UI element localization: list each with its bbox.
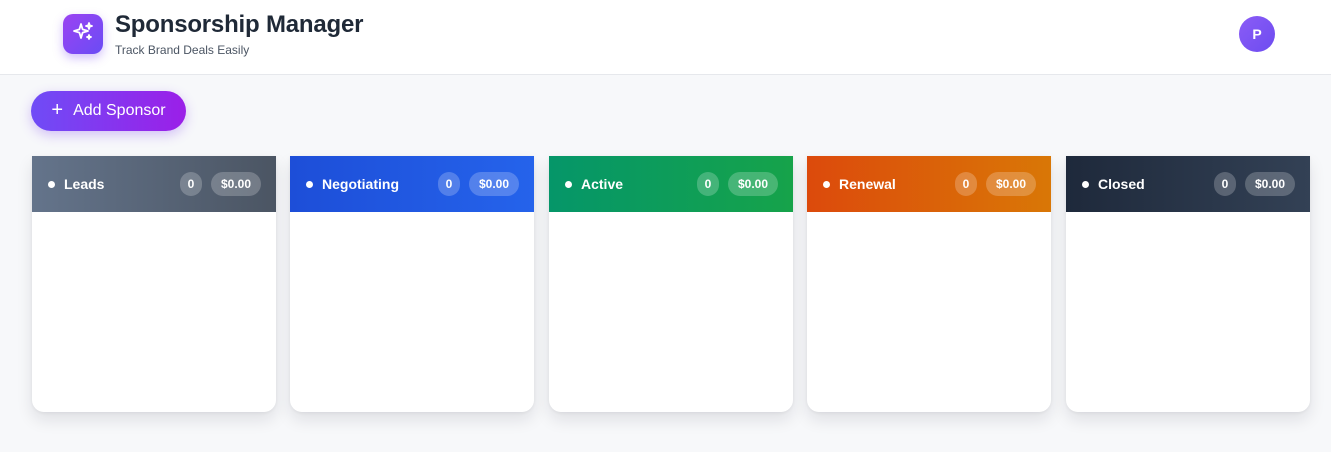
column-dropzone[interactable] [32, 212, 276, 412]
column-count-badge: 0 [1214, 172, 1236, 196]
column-header: Leads 0 $0.00 [32, 156, 276, 212]
plus-icon: + [51, 99, 64, 121]
column-dropzone[interactable] [1066, 212, 1310, 412]
status-dot-icon [565, 180, 572, 188]
column-total-badge: $0.00 [986, 172, 1036, 196]
sparkles-icon [71, 20, 95, 49]
column-negotiating: Negotiating 0 $0.00 [290, 156, 534, 412]
column-header: Renewal 0 $0.00 [807, 156, 1051, 212]
app-logo [63, 14, 103, 54]
column-title: Leads [64, 176, 105, 192]
column-title: Active [581, 176, 624, 192]
app-subtitle: Track Brand Deals Easily [115, 43, 250, 57]
column-total-badge: $0.00 [211, 172, 261, 196]
status-dot-icon [1082, 180, 1089, 188]
top-bar: Sponsorship Manager Track Brand Deals Ea… [0, 0, 1331, 75]
column-total-badge: $0.00 [469, 172, 519, 196]
column-dropzone[interactable] [290, 212, 534, 412]
status-dot-icon [306, 180, 313, 188]
column-total-badge: $0.00 [1245, 172, 1295, 196]
column-count-badge: 0 [955, 172, 977, 196]
status-dot-icon [48, 180, 55, 188]
column-title: Closed [1098, 176, 1145, 192]
add-sponsor-button[interactable]: + Add Sponsor [31, 91, 186, 131]
column-count-badge: 0 [438, 172, 460, 196]
column-count-badge: 0 [180, 172, 202, 196]
column-total-badge: $0.00 [728, 172, 778, 196]
column-header: Negotiating 0 $0.00 [290, 156, 534, 212]
column-title: Renewal [839, 176, 896, 192]
column-renewal: Renewal 0 $0.00 [807, 156, 1051, 412]
column-leads: Leads 0 $0.00 [32, 156, 276, 412]
user-avatar[interactable]: P [1239, 16, 1275, 52]
status-dot-icon [823, 180, 830, 188]
column-header: Active 0 $0.00 [549, 156, 793, 212]
column-title: Negotiating [322, 176, 399, 192]
column-dropzone[interactable] [549, 212, 793, 412]
column-active: Active 0 $0.00 [549, 156, 793, 412]
column-count-badge: 0 [697, 172, 719, 196]
column-dropzone[interactable] [807, 212, 1051, 412]
column-closed: Closed 0 $0.00 [1066, 156, 1310, 412]
app-title: Sponsorship Manager [115, 11, 364, 38]
column-header: Closed 0 $0.00 [1066, 156, 1310, 212]
add-sponsor-label: Add Sponsor [73, 102, 166, 119]
